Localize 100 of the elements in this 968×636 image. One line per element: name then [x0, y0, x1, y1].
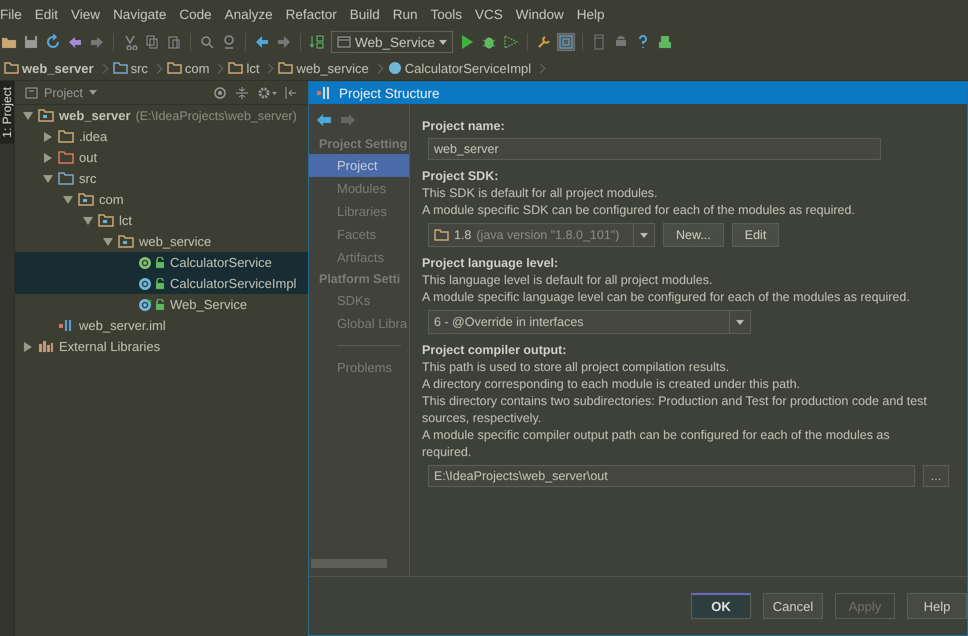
dialog-button[interactable]: New... — [663, 223, 724, 247]
sdk-dropdown[interactable]: 1.8 (java version "1.8.0_101") — [428, 223, 655, 247]
project-name-field[interactable]: web_server — [428, 138, 881, 160]
tree-item[interactable]: web_service — [15, 231, 309, 252]
language-level-dropdown[interactable]: 6 - @Override in interfaces — [428, 310, 751, 334]
menu-item[interactable]: Refactor — [284, 6, 345, 22]
menu-item[interactable]: Help — [576, 6, 613, 22]
menu-item[interactable]: View — [70, 6, 108, 22]
section-header: Platform Setti — [318, 271, 402, 288]
menu-item[interactable]: Tools — [430, 6, 470, 22]
tree-item[interactable]: web_server.iml — [15, 315, 309, 336]
scrollbar-thumb[interactable] — [311, 559, 387, 568]
settings-icon[interactable] — [257, 86, 277, 100]
description-text: This language level is default for all project modules. — [422, 272, 714, 289]
description-text: A module specific compiler output path can be configured for each of the modules as required. — [422, 427, 891, 461]
tree-item[interactable]: out — [15, 147, 309, 168]
build-icon[interactable] — [309, 34, 325, 50]
hide-icon[interactable] — [285, 86, 297, 100]
target-icon[interactable] — [213, 86, 227, 100]
back-arrow-icon[interactable] — [317, 114, 331, 126]
module-file-icon — [58, 319, 74, 332]
menu-item[interactable]: Run — [392, 6, 426, 22]
menu-item[interactable]: File — [0, 6, 30, 22]
folder-icon — [228, 62, 244, 74]
breadcrumb-item[interactable]: lct — [228, 60, 272, 76]
tree-item[interactable]: CalculatorServiceImpl — [15, 273, 309, 294]
tree-item[interactable]: CalculatorService — [15, 252, 309, 273]
run-configuration-dropdown[interactable]: Web_Service — [331, 31, 454, 53]
expand-arrow-icon[interactable] — [63, 194, 73, 204]
coverage-icon[interactable] — [503, 34, 520, 50]
caret-icon — [439, 40, 448, 44]
field-label: Project compiler output: — [422, 342, 568, 359]
expand-arrow-icon[interactable] — [43, 174, 53, 184]
tree-item[interactable]: .idea — [15, 126, 309, 147]
caret-icon — [736, 320, 744, 324]
folder-icon — [118, 235, 134, 248]
menu-item[interactable]: Code — [178, 6, 220, 22]
tree-item[interactable]: Web_Service — [15, 294, 309, 315]
tree-item[interactable]: web_server (E:\IdeaProjects\web_server) — [15, 105, 309, 126]
breadcrumb-item[interactable]: web_server — [4, 60, 107, 76]
dialog-button[interactable]: Cancel — [763, 593, 823, 619]
fwd-icon[interactable] — [276, 34, 292, 50]
expand-arrow-icon[interactable] — [83, 216, 93, 226]
tree-item[interactable]: External Libraries — [15, 336, 309, 357]
sync-icon[interactable] — [45, 34, 61, 50]
view-dropdown[interactable]: Project — [25, 86, 205, 100]
dialog-button[interactable]: OK — [691, 593, 751, 619]
menu-item[interactable]: Navigate — [112, 6, 174, 22]
project-view-icon — [25, 86, 38, 98]
project-structure-icon[interactable] — [558, 34, 574, 50]
app-icon — [317, 86, 331, 100]
undo-icon[interactable] — [67, 34, 83, 50]
expand-arrow-icon[interactable] — [43, 152, 53, 162]
tree-item[interactable]: com — [15, 189, 309, 210]
breadcrumb-item[interactable]: src — [112, 60, 161, 76]
folder-icon — [58, 151, 74, 164]
breadcrumb-item[interactable]: com — [166, 60, 222, 76]
expand-arrow-icon[interactable] — [23, 342, 33, 352]
library-icon — [38, 340, 54, 353]
folder-icon — [58, 172, 74, 185]
dialog-button[interactable]: Edit — [732, 223, 780, 247]
browse-button[interactable]: ... — [923, 465, 949, 487]
folder-icon — [58, 130, 74, 143]
lock-icon — [155, 256, 165, 268]
section-header: Project Setting — [318, 136, 408, 153]
redo-icon[interactable] — [89, 34, 105, 50]
collapse-icon[interactable] — [235, 86, 249, 100]
wrench-icon[interactable] — [536, 34, 552, 50]
menu-item[interactable]: Edit — [34, 6, 66, 22]
save-icon[interactable] — [23, 34, 39, 50]
expand-arrow-icon[interactable] — [43, 132, 53, 142]
menu-item[interactable]: Build — [348, 6, 388, 22]
breadcrumb-item[interactable]: CalculatorServiceImpl — [388, 60, 544, 76]
menu-item[interactable]: Analyze — [224, 6, 281, 22]
description-text: A module specific language level can be configured for each of the modules as required. — [422, 289, 911, 306]
expand-arrow-icon[interactable] — [23, 110, 33, 120]
menu-item[interactable]: Window — [514, 6, 572, 22]
tree-item[interactable]: lct — [15, 210, 309, 231]
folder-icon — [278, 62, 294, 74]
find-icon[interactable] — [199, 34, 215, 50]
output-path-field[interactable]: E:\IdeaProjects\web_server\out — [428, 465, 915, 487]
dialog-title-bar: Project Structure — [309, 82, 967, 104]
paste-icon[interactable] — [166, 34, 182, 50]
field-label: Project language level: — [422, 255, 560, 272]
field-label: Project name: — [422, 118, 506, 135]
lock-icon — [155, 278, 165, 290]
back-icon[interactable] — [254, 34, 270, 50]
project-tool-tab[interactable]: 1: Project — [0, 81, 14, 144]
tree-item[interactable]: src — [15, 168, 309, 189]
description-text: This SDK is default for all project modules. — [422, 185, 659, 202]
breadcrumb-item[interactable]: web_service — [278, 60, 382, 76]
run-icon[interactable] — [459, 34, 476, 50]
class-icon — [138, 276, 152, 290]
nav-item[interactable]: Project — [309, 154, 409, 177]
folder-icon — [38, 109, 54, 122]
folder-icon — [98, 214, 114, 227]
menu-item[interactable]: VCS — [474, 6, 511, 22]
expand-arrow-icon[interactable] — [103, 236, 113, 246]
dialog-button[interactable]: Help — [907, 593, 967, 619]
copy-icon[interactable] — [144, 34, 160, 50]
